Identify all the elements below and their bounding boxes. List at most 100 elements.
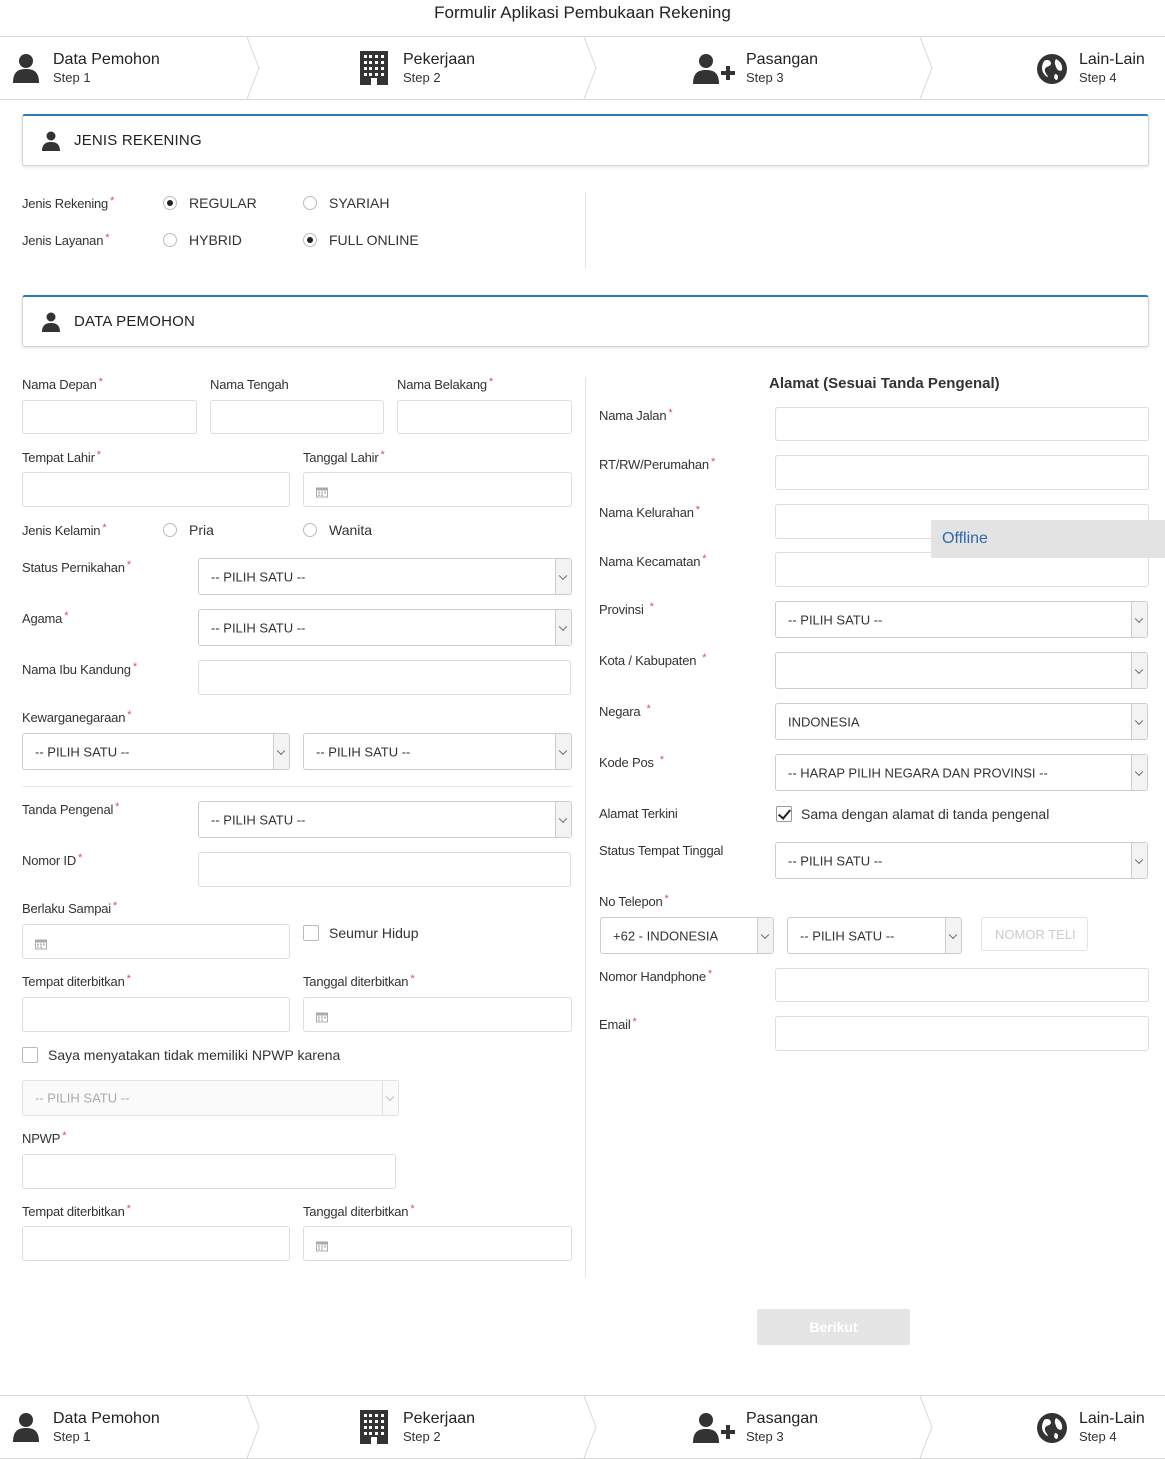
divider	[22, 786, 572, 787]
step-separator	[919, 37, 933, 99]
step-3-pasangan[interactable]: Pasangan Step 3	[597, 37, 920, 99]
alamat-terkini-check-label: Sama dengan alamat di tanda pengenal	[801, 806, 1050, 822]
radio-hybrid[interactable]	[163, 233, 177, 247]
step-1-data-pemohon[interactable]: Data Pemohon Step 1	[0, 1396, 248, 1458]
agama-select[interactable]: -- PILIH SATU --	[198, 609, 572, 646]
tempat-lahir-label: Tempat Lahir *	[22, 449, 101, 465]
nama-jalan-label: Nama Jalan *	[599, 407, 673, 423]
offline-badge[interactable]: Offline	[931, 520, 1165, 558]
country-code-select[interactable]: +62 - INDONESIA	[600, 917, 774, 954]
phone-number-input[interactable]: NOMOR TELI	[981, 917, 1088, 951]
tempat-diterbitkan-input[interactable]	[22, 997, 290, 1032]
chevron-down-icon	[555, 734, 571, 769]
tanggal-diterbitkan-label: Tanggal diterbitkan *	[303, 973, 415, 989]
provinsi-select[interactable]: -- PILIH SATU --	[775, 601, 1148, 638]
kewarganegaraan-country-select[interactable]: -- PILIH SATU --	[303, 733, 572, 770]
npwp-tempat-diterbitkan-label: Tempat diterbitkan *	[22, 1203, 131, 1219]
email-input[interactable]	[775, 1016, 1149, 1051]
kode-pos-label: Kode Pos *	[599, 754, 664, 770]
kelurahan-label: Nama Kelurahan *	[599, 504, 700, 520]
jenis-rekening-label: Jenis Rekening *	[22, 195, 115, 211]
kota-select[interactable]	[775, 652, 1148, 689]
jenis-layanan-label: Jenis Layanan *	[22, 232, 110, 248]
nama-ibu-label: Nama Ibu Kandung *	[22, 661, 137, 677]
radio-wanita-label: Wanita	[329, 522, 373, 538]
rt-rw-input[interactable]	[775, 455, 1149, 490]
negara-select[interactable]: INDONESIA	[775, 703, 1148, 740]
radio-full-online[interactable]	[303, 233, 317, 247]
globe-icon	[1036, 1412, 1068, 1447]
nama-ibu-input[interactable]	[198, 660, 571, 695]
radio-syariah[interactable]	[303, 196, 317, 210]
no-telepon-label: No Telepon *	[599, 893, 669, 909]
phone-type-select[interactable]: -- PILIH SATU --	[787, 917, 962, 954]
npwp-reason-select[interactable]: -- PILIH SATU --	[22, 1080, 399, 1116]
no-npwp-checkbox[interactable]	[22, 1047, 38, 1063]
radio-full-online-label: FULL ONLINE	[329, 232, 419, 248]
step-3-pasangan[interactable]: Pasangan Step 3	[597, 1396, 920, 1458]
status-pernikahan-label: Status Pernikahan *	[22, 559, 131, 575]
kota-label: Kota / Kabupaten *	[599, 652, 707, 668]
kode-pos-select[interactable]: -- HARAP PILIH NEGARA DAN PROVINSI --	[775, 754, 1148, 791]
chevron-down-icon	[757, 918, 773, 953]
step-4-lain-lain[interactable]: Lain-Lain Step 4	[933, 37, 1165, 99]
next-button[interactable]: Berikut	[757, 1309, 910, 1345]
chevron-down-icon	[1131, 653, 1147, 688]
radio-pria[interactable]	[163, 523, 177, 537]
npwp-label: NPWP *	[22, 1130, 67, 1146]
kewarganegaraan-label: Kewarganegaraan *	[22, 709, 132, 725]
calendar-icon	[316, 1238, 328, 1251]
step-separator	[919, 1396, 933, 1458]
chevron-down-icon	[1131, 843, 1147, 878]
npwp-tanggal-diterbitkan-input[interactable]	[303, 1226, 572, 1261]
kewarganegaraan-select[interactable]: -- PILIH SATU --	[22, 733, 290, 770]
step-separator	[583, 1396, 597, 1458]
alamat-title: Alamat (Sesuai Tanda Pengenal)	[769, 375, 1000, 392]
step-2-pekerjaan[interactable]: Pekerjaan Step 2	[260, 1396, 584, 1458]
jenis-kelamin-label: Jenis Kelamin *	[22, 522, 107, 538]
radio-wanita[interactable]	[303, 523, 317, 537]
tanggal-lahir-input[interactable]	[303, 472, 572, 507]
agama-label: Agama *	[22, 610, 69, 626]
nama-tengah-input[interactable]	[210, 400, 384, 434]
radio-syariah-label: SYARIAH	[329, 195, 390, 211]
step-2-pekerjaan[interactable]: Pekerjaan Step 2	[260, 37, 584, 99]
user-icon	[12, 53, 40, 86]
building-icon	[360, 51, 388, 88]
chevron-down-icon	[382, 1081, 398, 1115]
npwp-input[interactable]	[22, 1154, 396, 1189]
chevron-down-icon	[555, 610, 571, 645]
tanda-pengenal-select[interactable]: -- PILIH SATU --	[198, 801, 572, 838]
nomor-id-input[interactable]	[198, 852, 571, 887]
no-npwp-label: Saya menyatakan tidak memiliki NPWP kare…	[48, 1047, 341, 1063]
seumur-hidup-label: Seumur Hidup	[329, 925, 419, 941]
status-pernikahan-select[interactable]: -- PILIH SATU --	[198, 558, 572, 595]
globe-icon	[1036, 53, 1068, 88]
step-separator	[246, 37, 260, 99]
calendar-icon	[316, 1009, 328, 1022]
berlaku-sampai-input[interactable]	[22, 924, 290, 959]
radio-regular[interactable]	[163, 196, 177, 210]
nama-jalan-input[interactable]	[775, 407, 1149, 441]
seumur-hidup-checkbox[interactable]	[303, 925, 319, 941]
tanggal-diterbitkan-input[interactable]	[303, 997, 572, 1032]
status-tinggal-select[interactable]: -- PILIH SATU --	[775, 842, 1148, 879]
step-bar-top: Data Pemohon Step 1 Pekerjaan Step 2 Pas…	[0, 36, 1165, 100]
nomor-handphone-input[interactable]	[775, 968, 1149, 1002]
building-icon	[360, 1410, 388, 1447]
step-separator	[246, 1396, 260, 1458]
calendar-icon	[35, 936, 47, 949]
alamat-terkini-checkbox[interactable]	[776, 806, 792, 822]
page-title: Formulir Aplikasi Pembukaan Rekening	[434, 3, 731, 22]
tanggal-lahir-label: Tanggal Lahir *	[303, 449, 385, 465]
step-bar-bottom: Data Pemohon Step 1 Pekerjaan Step 2 Pas…	[0, 1395, 1165, 1459]
step-1-data-pemohon[interactable]: Data Pemohon Step 1	[0, 37, 248, 99]
nama-depan-input[interactable]	[22, 400, 197, 434]
step-4-lain-lain[interactable]: Lain-Lain Step 4	[933, 1396, 1165, 1458]
tempat-lahir-input[interactable]	[22, 472, 290, 507]
npwp-tempat-diterbitkan-input[interactable]	[22, 1226, 290, 1261]
chevron-down-icon	[945, 918, 961, 953]
nomor-id-label: Nomor ID *	[22, 852, 83, 868]
nama-tengah-label: Nama Tengah	[210, 377, 289, 392]
nama-belakang-input[interactable]	[397, 400, 572, 434]
